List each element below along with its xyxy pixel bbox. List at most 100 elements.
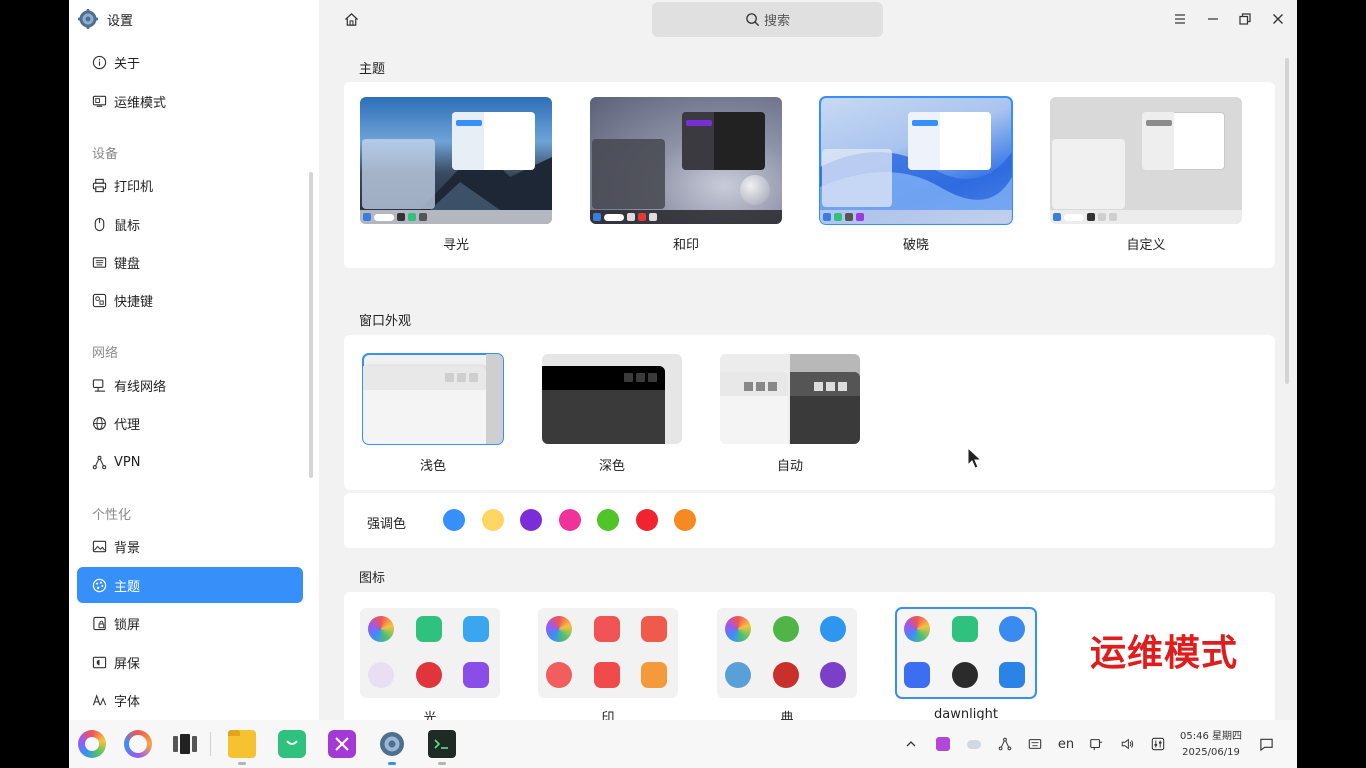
glass-panel	[1052, 139, 1125, 209]
multitask-icon[interactable]	[171, 730, 199, 758]
accent-color-yellow[interactable]	[482, 509, 504, 531]
sidebar-item-ops-mode[interactable]: 运维模式	[77, 83, 303, 119]
sidebar-item-background[interactable]: 背景	[77, 528, 303, 564]
sidebar-item-label: 有线网络	[114, 379, 167, 395]
window-preview	[542, 366, 665, 444]
app-store-icon	[773, 616, 799, 642]
browser-icon	[368, 662, 394, 688]
launcher-icon[interactable]	[78, 730, 106, 758]
shortcut-icon	[91, 292, 107, 308]
titlebar-preview	[363, 366, 486, 390]
file-manager-icon[interactable]	[228, 730, 256, 758]
tray-screenshot-icon[interactable]	[933, 734, 953, 754]
tray-expand-button[interactable]	[901, 734, 921, 754]
accent-color-red[interactable]	[636, 509, 658, 531]
accent-color-orange[interactable]	[674, 509, 696, 531]
sidebar-item-lock-screen[interactable]: 锁屏	[77, 605, 303, 641]
sidebar-item-label: 关于	[114, 56, 141, 72]
settings-window: 设置 关于 运维模式 设备 打印机 鼠标 键盘 快捷键 网络 有线网络 代理 V…	[69, 0, 1297, 720]
sidebar-item-label: 屏保	[114, 656, 141, 672]
sidebar-item-wired-network[interactable]: 有线网络	[77, 367, 303, 403]
theme-option-label: 自定义	[1126, 238, 1166, 253]
search-placeholder: 搜索	[763, 14, 790, 29]
weather-icon	[641, 616, 667, 642]
theme-option-xunguang[interactable]	[360, 97, 552, 224]
icon-theme-option-dian[interactable]	[717, 608, 857, 698]
icon-theme-option-yin[interactable]	[538, 608, 678, 698]
search-app-icon[interactable]	[124, 730, 152, 758]
search-input[interactable]: 搜索	[652, 2, 883, 37]
accent-color-blue[interactable]	[443, 509, 465, 531]
tray-control-center-icon[interactable]	[1148, 734, 1168, 754]
sidebar-scrollbar[interactable]	[309, 172, 313, 478]
sidebar-item-keyboard[interactable]: 键盘	[77, 244, 303, 280]
tray-clipboard-icon[interactable]	[1086, 734, 1106, 754]
sidebar-item-font[interactable]: 字体	[77, 682, 303, 718]
terminal-icon[interactable]	[428, 730, 456, 758]
accent-bar	[1146, 120, 1172, 126]
appearance-option-dark[interactable]	[542, 354, 682, 444]
accent-color-green[interactable]	[597, 509, 619, 531]
browser-icon	[904, 662, 930, 688]
sidebar-item-label: 背景	[114, 540, 141, 556]
home-button[interactable]	[341, 9, 361, 29]
accent-color-purple[interactable]	[520, 509, 542, 531]
weather-icon	[999, 616, 1025, 642]
taskbar-divider	[210, 732, 211, 756]
tray-keyboard-icon[interactable]	[1025, 734, 1045, 754]
sidebar-item-mouse[interactable]: 鼠标	[77, 206, 303, 242]
close-button[interactable]	[1268, 9, 1288, 29]
sidebar-item-shortcuts[interactable]: 快捷键	[77, 282, 303, 318]
tray-network-icon[interactable]	[995, 734, 1015, 754]
theme-option-heyin[interactable]	[590, 97, 782, 224]
icon-theme-option-guang[interactable]	[360, 608, 500, 698]
info-icon	[91, 54, 107, 70]
clock-date: 2025/06/19	[1182, 747, 1240, 758]
theme-option-label: 寻光	[442, 238, 469, 253]
restore-button[interactable]	[1235, 9, 1255, 29]
gallery-icon	[820, 662, 846, 688]
taskbar-preview	[360, 210, 552, 224]
accent-color-pink[interactable]	[559, 509, 581, 531]
gear-icon	[78, 9, 98, 29]
sidebar-item-proxy[interactable]: 代理	[77, 405, 303, 441]
appearance-option-light[interactable]	[362, 353, 504, 445]
window-controls-preview	[744, 382, 777, 391]
screensaver-icon	[91, 654, 107, 670]
icon-theme-option-dawnlight[interactable]	[895, 607, 1037, 699]
sidebar-item-screensaver[interactable]: 屏保	[77, 644, 303, 680]
accent-bar	[456, 120, 482, 126]
menu-button[interactable]	[1170, 9, 1190, 29]
lock-screen-icon	[91, 615, 107, 631]
content-scrollbar[interactable]	[1285, 58, 1289, 384]
settings-app-icon[interactable]	[378, 730, 406, 758]
music-icon	[773, 662, 799, 688]
appearance-option-auto[interactable]	[720, 354, 860, 444]
window-controls-preview	[814, 382, 847, 391]
launcher-icon	[725, 616, 751, 642]
sidebar-item-label: 鼠标	[114, 218, 141, 234]
theme-option-custom[interactable]	[1050, 97, 1242, 224]
tray-language-indicator[interactable]: en	[1056, 734, 1076, 754]
glass-panel	[592, 139, 665, 209]
shadow-strip	[486, 354, 503, 444]
app-store-icon[interactable]	[278, 730, 306, 758]
notification-center-button[interactable]	[1256, 734, 1276, 754]
theme-option-poxiao[interactable]	[819, 96, 1013, 225]
sidebar-item-printer[interactable]: 打印机	[77, 167, 303, 203]
taskbar-clock[interactable]: 05:46 星期四 2025/06/19	[1177, 729, 1245, 761]
minimize-button[interactable]	[1203, 9, 1223, 29]
window-appearance-title: 窗口外观	[359, 314, 412, 329]
app-header: 设置	[78, 8, 133, 30]
sidebar-item-label: 锁屏	[114, 617, 141, 633]
sidebar-item-vpn[interactable]: VPN	[77, 444, 303, 480]
search-icon	[746, 13, 760, 27]
running-indicator	[438, 762, 446, 765]
screenshot-icon[interactable]	[328, 730, 356, 758]
tray-weather-icon[interactable]	[964, 734, 984, 754]
sidebar-item-theme[interactable]: 主题	[77, 567, 303, 603]
browser-icon	[546, 662, 572, 688]
tray-volume-icon[interactable]	[1117, 734, 1137, 754]
theme-icon	[91, 577, 107, 593]
sidebar-item-about[interactable]: 关于	[77, 44, 303, 80]
